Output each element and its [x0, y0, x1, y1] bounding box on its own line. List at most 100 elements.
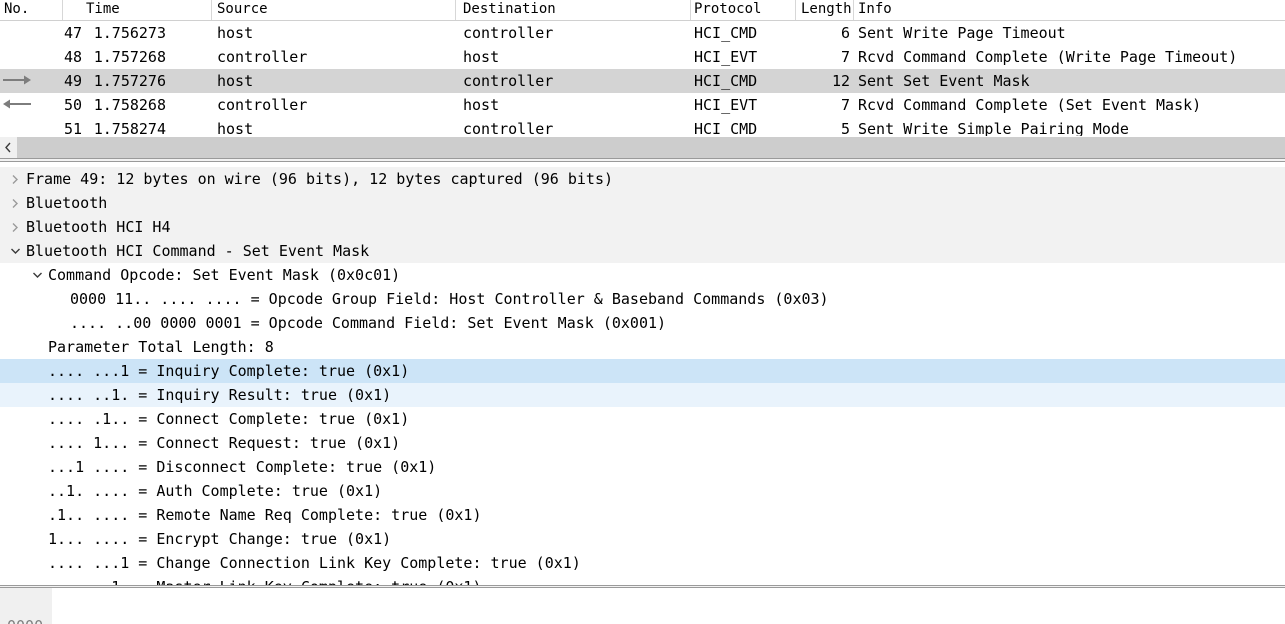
cell-time: 1.757276 — [93, 72, 166, 90]
column-divider-3[interactable] — [690, 0, 691, 20]
chevron-right-icon[interactable] — [8, 215, 22, 239]
column-header-source[interactable]: Source — [217, 1, 268, 17]
cell-destination: controller — [463, 72, 554, 90]
cell-source: host — [217, 120, 254, 136]
cell-length: 7 — [840, 96, 850, 114]
cell-protocol: HCI_EVT — [694, 96, 758, 114]
column-header-info[interactable]: Info — [858, 1, 892, 17]
tree-row[interactable]: .... ...1 = Change Connection Link Key C… — [0, 551, 1285, 575]
cell-time: 1.757268 — [93, 48, 166, 66]
cell-info: Rcvd Command Complete (Set Event Mask) — [858, 96, 1202, 114]
scroll-left-button[interactable] — [0, 137, 17, 158]
cell-info: Rcvd Command Complete (Write Page Timeou… — [858, 48, 1238, 66]
cell-no: 51 — [63, 120, 82, 136]
cell-length: 5 — [840, 120, 850, 136]
tree-row[interactable]: .... .1.. = Connect Complete: true (0x1) — [0, 407, 1285, 431]
packet-list-pane[interactable]: No. Time Source Destination Protocol Length In… — [0, 0, 1285, 136]
scroll-track[interactable] — [17, 137, 1285, 158]
chevron-down-icon[interactable] — [8, 239, 22, 263]
cell-length: 7 — [840, 48, 850, 66]
cell-protocol: HCI_CMD — [694, 120, 758, 136]
tree-row[interactable]: ...1 .... = Disconnect Complete: true (0… — [0, 455, 1285, 479]
tree-row-label: Parameter Total Length: 8 — [48, 338, 274, 356]
chevron-down-icon[interactable] — [30, 263, 44, 287]
cell-protocol: HCI_EVT — [694, 48, 758, 66]
cell-length: 6 — [840, 24, 850, 42]
tree-row-label: .... ..1. = Inquiry Result: true (0x1) — [48, 386, 392, 404]
column-header-time[interactable]: Time — [86, 1, 120, 17]
column-divider-1[interactable] — [211, 0, 212, 20]
tree-row[interactable]: .... 1... = Connect Request: true (0x1) — [0, 431, 1285, 455]
tree-row[interactable]: .... ...1 = Inquiry Complete: true (0x1) — [0, 359, 1285, 383]
cell-no: 48 — [63, 48, 82, 66]
packet-bytes-pane[interactable]: 0000 01 01 0c 08 ff ff ff ff ff ff ff 3f… — [0, 588, 1285, 624]
cell-no: 50 — [63, 96, 82, 114]
tree-row[interactable]: 1... .... = Encrypt Change: true (0x1) — [0, 527, 1285, 551]
tree-row[interactable]: Frame 49: 12 bytes on wire (96 bits), 12… — [0, 167, 1285, 191]
tree-row[interactable]: 0000 11.. .... .... = Opcode Group Field… — [0, 287, 1285, 311]
cell-info: Sent Write Simple Pairing Mode — [858, 120, 1129, 136]
tree-row[interactable]: Command Opcode: Set Event Mask (0x0c01) — [0, 263, 1285, 287]
tree-row[interactable]: Bluetooth HCI H4 — [0, 215, 1285, 239]
tree-row-label: 0000 11.. .... .... = Opcode Group Field… — [70, 290, 829, 308]
packet-list-rows[interactable]: 47 1.756273 host controller HCI_CMD 6 Sent Wri… — [0, 21, 1285, 136]
column-header-protocol[interactable]: Protocol — [694, 1, 761, 17]
column-header-length[interactable]: Length — [801, 1, 852, 17]
cell-time: 1.758274 — [93, 120, 166, 136]
table-row[interactable]: 50 1.758268 controller host HCI_EVT 7 Rcvd Com… — [0, 93, 1285, 117]
cell-destination: controller — [463, 120, 554, 136]
tree-row-label: Bluetooth HCI Command - Set Event Mask — [26, 242, 370, 260]
tree-row-label: Command Opcode: Set Event Mask (0x0c01) — [48, 266, 401, 284]
tree-row[interactable]: Bluetooth — [0, 191, 1285, 215]
tree-row-label: 1... .... = Encrypt Change: true (0x1) — [48, 530, 392, 548]
tree-row-label: .... .1.. = Connect Complete: true (0x1) — [48, 410, 410, 428]
column-divider-2[interactable] — [455, 0, 456, 20]
chevron-right-icon[interactable] — [8, 167, 22, 191]
cell-protocol: HCI_CMD — [694, 72, 758, 90]
tree-row-label: ...1 .... = Disconnect Complete: true (0… — [48, 458, 437, 476]
cell-protocol: HCI_CMD — [694, 24, 758, 42]
cell-destination: host — [463, 48, 500, 66]
cell-source: host — [217, 72, 254, 90]
tree-row-label: .... ..1. = Master Link Key Complete: tr… — [48, 575, 481, 585]
byte-offset: 0000 — [7, 615, 43, 624]
column-divider-4[interactable] — [795, 0, 796, 20]
packet-details-pane[interactable]: Frame 49: 12 bytes on wire (96 bits), 12… — [0, 162, 1285, 585]
table-row[interactable]: 48 1.757268 controller host HCI_EVT 7 Rcvd Com… — [0, 45, 1285, 69]
cell-time: 1.756273 — [93, 24, 166, 42]
packet-list-hscrollbar[interactable] — [0, 136, 1285, 158]
column-divider-0[interactable] — [62, 0, 63, 20]
cell-time: 1.758268 — [93, 96, 166, 114]
tree-row[interactable]: .... ..1. = Inquiry Result: true (0x1) — [0, 383, 1285, 407]
tree-row[interactable]: .... ..00 0000 0001 = Opcode Command Fie… — [0, 311, 1285, 335]
bytes-line: 0000 01 01 0c 08 ff ff ff ff ff ff ff 3f… — [0, 593, 54, 624]
chevron-right-icon[interactable] — [8, 191, 22, 215]
cell-source: controller — [217, 48, 308, 66]
tree-row-label: .... ...1 = Inquiry Complete: true (0x1) — [48, 362, 410, 380]
tree-row[interactable]: .1.. .... = Remote Name Req Complete: tr… — [0, 503, 1285, 527]
packet-list-header[interactable]: No. Time Source Destination Protocol Length In… — [0, 0, 1285, 21]
tree-row-label: Bluetooth HCI H4 — [26, 218, 171, 236]
table-row[interactable]: 51 1.758274 host controller HCI_CMD 5 Sent Wri… — [0, 117, 1285, 136]
cell-length: 12 — [831, 72, 850, 90]
tree-row-label: Bluetooth — [26, 194, 108, 212]
column-divider-5[interactable] — [853, 0, 854, 20]
tree-row-label: .... ..00 0000 0001 = Opcode Command Fie… — [70, 314, 667, 332]
table-row[interactable]: 49 1.757276 host controller HCI_CMD 12 Sent Se… — [0, 69, 1285, 93]
column-header-no[interactable]: No. — [4, 1, 29, 17]
cell-source: host — [217, 24, 254, 42]
tree-row[interactable]: Bluetooth HCI Command - Set Event Mask — [0, 239, 1285, 263]
tree-row-label: .... ...1 = Change Connection Link Key C… — [48, 554, 581, 572]
tree-row[interactable]: Parameter Total Length: 8 — [0, 335, 1285, 359]
cell-info: Sent Write Page Timeout — [858, 24, 1066, 42]
wireshark-window: No. Time Source Destination Protocol Length In… — [0, 0, 1285, 624]
column-header-destination[interactable]: Destination — [463, 1, 556, 17]
tree-row-label: .1.. .... = Remote Name Req Complete: tr… — [48, 506, 482, 524]
table-row[interactable]: 47 1.756273 host controller HCI_CMD 6 Sent Wri… — [0, 21, 1285, 45]
cell-source: controller — [217, 96, 308, 114]
tree-row[interactable]: ..1. .... = Auth Complete: true (0x1) — [0, 479, 1285, 503]
tree-row-label: Frame 49: 12 bytes on wire (96 bits), 12… — [26, 170, 613, 188]
tree-row[interactable]: .... ..1. = Master Link Key Complete: tr… — [0, 575, 1285, 585]
chevron-left-icon — [5, 142, 11, 153]
cell-no: 49 — [63, 72, 82, 90]
